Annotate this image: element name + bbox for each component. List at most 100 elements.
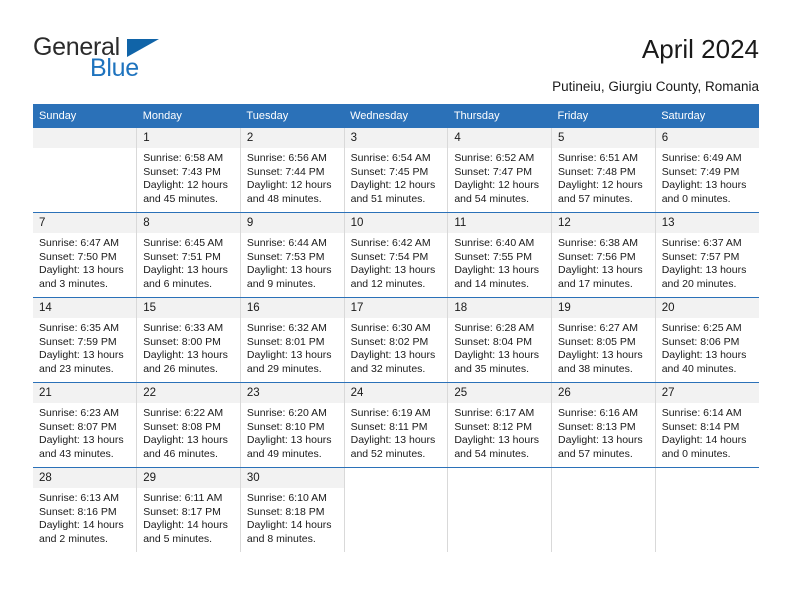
weekday-header-wednesday: Wednesday	[344, 104, 448, 128]
day-cell-inner: 8 Sunrise: 6:45 AM Sunset: 7:51 PM Daylight…	[137, 213, 240, 297]
calendar-day-cell[interactable]: 5 Sunrise: 6:51 AM Sunset: 7:48 PM Daylight…	[551, 128, 656, 213]
daylight-duration-line2: and 2 minutes.	[39, 532, 108, 545]
calendar-day-cell[interactable]: 11 Sunrise: 6:40 AM Sunset: 7:55 PM Dayligh…	[447, 212, 553, 298]
day-details: Sunrise: 6:54 AM Sunset: 7:45 PM Daylight:…	[345, 148, 448, 206]
day-cell-inner: 7 Sunrise: 6:47 AM Sunset: 7:50 PM Daylight…	[33, 213, 137, 297]
weekday-header-friday: Friday	[551, 104, 656, 128]
day-details: Sunrise: 6:47 AM Sunset: 7:50 PM Daylight:…	[33, 233, 136, 291]
daylight-duration-line2: and 23 minutes.	[39, 362, 114, 375]
daylight-duration-line2: and 57 minutes.	[558, 192, 633, 205]
sunrise-time: Sunrise: 6:22 AM	[143, 407, 224, 419]
calendar-day-cell[interactable]: 1 Sunrise: 6:58 AM Sunset: 7:43 PM Daylight…	[136, 128, 241, 213]
calendar-day-cell[interactable]: 28 Sunrise: 6:13 AM Sunset: 8:16 PM Dayligh…	[33, 467, 138, 552]
day-number: 18	[448, 298, 552, 318]
daylight-duration-line1: Daylight: 13 hours	[350, 349, 436, 362]
calendar-day-cell[interactable]	[655, 467, 759, 552]
day-cell-inner	[33, 128, 137, 212]
day-cell-inner: 18 Sunrise: 6:28 AM Sunset: 8:04 PM Dayligh…	[448, 298, 552, 382]
day-cell-inner: 3 Sunrise: 6:54 AM Sunset: 7:45 PM Daylight…	[344, 128, 448, 212]
page-header: General Blue April 2024 Putineiu, Giurgi…	[0, 0, 792, 100]
calendar-day-cell[interactable]	[33, 128, 138, 213]
sunset-time: Sunset: 8:16 PM	[39, 505, 117, 518]
calendar-day-cell[interactable]: 25 Sunrise: 6:17 AM Sunset: 8:12 PM Dayligh…	[447, 382, 553, 468]
calendar-week-row: 1 Sunrise: 6:58 AM Sunset: 7:43 PM Daylight…	[33, 128, 759, 213]
day-details: Sunrise: 6:17 AM Sunset: 8:12 PM Daylight:…	[448, 403, 551, 461]
calendar-day-cell[interactable]: 22 Sunrise: 6:22 AM Sunset: 8:08 PM Dayligh…	[136, 382, 241, 468]
sunset-time: Sunset: 8:06 PM	[661, 335, 740, 348]
day-cell-inner: 5 Sunrise: 6:51 AM Sunset: 7:48 PM Daylight…	[552, 128, 655, 212]
calendar-day-cell[interactable]: 3 Sunrise: 6:54 AM Sunset: 7:45 PM Daylight…	[344, 128, 449, 213]
calendar-day-cell[interactable]: 2 Sunrise: 6:56 AM Sunset: 7:44 PM Daylight…	[240, 128, 345, 213]
daylight-duration-line1: Daylight: 13 hours	[661, 349, 747, 362]
calendar-day-cell[interactable]	[551, 467, 656, 552]
daylight-duration-line1: Daylight: 13 hours	[246, 349, 332, 362]
sunrise-time: Sunrise: 6:56 AM	[246, 152, 327, 164]
daylight-duration-line1: Daylight: 13 hours	[454, 349, 539, 362]
day-cell-inner	[448, 468, 552, 552]
day-details: Sunrise: 6:37 AM Sunset: 7:57 PM Daylight:…	[656, 233, 759, 291]
day-cell-inner: 30 Sunrise: 6:10 AM Sunset: 8:18 PM Dayligh…	[240, 468, 344, 552]
sunset-time: Sunset: 7:43 PM	[143, 165, 221, 178]
calendar-day-cell[interactable]: 9 Sunrise: 6:44 AM Sunset: 7:53 PM Daylight…	[240, 212, 345, 298]
day-cell-inner: 11 Sunrise: 6:40 AM Sunset: 7:55 PM Dayligh…	[448, 213, 552, 297]
day-number: 22	[137, 383, 240, 403]
page-title: April 2024	[641, 34, 759, 64]
daylight-duration-line1: Daylight: 13 hours	[558, 264, 643, 277]
calendar-day-cell[interactable]: 10 Sunrise: 6:42 AM Sunset: 7:54 PM Dayligh…	[344, 212, 449, 298]
calendar-day-cell[interactable]: 21 Sunrise: 6:23 AM Sunset: 8:07 PM Dayligh…	[33, 382, 138, 468]
sunrise-sunset-calendar: Sunday Monday Tuesday Wednesday Thursday…	[33, 104, 759, 552]
daylight-duration-line2: and 29 minutes.	[246, 362, 322, 375]
day-number: 24	[344, 383, 448, 403]
general-blue-logo[interactable]: General Blue	[33, 33, 203, 82]
day-number: 13	[655, 213, 759, 233]
calendar-day-cell[interactable]: 13 Sunrise: 6:37 AM Sunset: 7:57 PM Dayligh…	[655, 212, 759, 298]
calendar-day-cell[interactable]: 7 Sunrise: 6:47 AM Sunset: 7:50 PM Daylight…	[33, 212, 138, 298]
day-number: 21	[33, 383, 137, 403]
sunset-time: Sunset: 7:56 PM	[558, 250, 636, 263]
calendar-day-cell[interactable]: 16 Sunrise: 6:32 AM Sunset: 8:01 PM Dayligh…	[240, 297, 345, 383]
day-cell-inner: 9 Sunrise: 6:44 AM Sunset: 7:53 PM Daylight…	[240, 213, 344, 297]
calendar-day-cell[interactable]: 6 Sunrise: 6:49 AM Sunset: 7:49 PM Daylight…	[655, 128, 759, 213]
calendar-day-cell[interactable]: 12 Sunrise: 6:38 AM Sunset: 7:56 PM Dayligh…	[551, 212, 656, 298]
day-number	[344, 468, 448, 488]
calendar-day-cell[interactable]: 30 Sunrise: 6:10 AM Sunset: 8:18 PM Dayligh…	[240, 467, 345, 552]
calendar-day-cell[interactable]: 27 Sunrise: 6:14 AM Sunset: 8:14 PM Dayligh…	[655, 382, 759, 468]
daylight-duration-line2: and 43 minutes.	[39, 447, 114, 460]
daylight-duration-line2: and 54 minutes.	[454, 447, 530, 460]
sunset-time: Sunset: 7:55 PM	[454, 250, 532, 263]
day-cell-inner: 15 Sunrise: 6:33 AM Sunset: 8:00 PM Dayligh…	[137, 298, 240, 382]
calendar-day-cell[interactable]: 18 Sunrise: 6:28 AM Sunset: 8:04 PM Dayligh…	[447, 297, 553, 383]
sunset-time: Sunset: 7:51 PM	[143, 250, 221, 263]
calendar-day-cell[interactable]: 26 Sunrise: 6:16 AM Sunset: 8:13 PM Dayligh…	[551, 382, 656, 468]
day-number: 12	[552, 213, 655, 233]
calendar-day-cell[interactable]: 23 Sunrise: 6:20 AM Sunset: 8:10 PM Dayligh…	[240, 382, 345, 468]
calendar-day-cell[interactable]: 4 Sunrise: 6:52 AM Sunset: 7:47 PM Daylight…	[447, 128, 553, 213]
calendar-day-cell[interactable]: 15 Sunrise: 6:33 AM Sunset: 8:00 PM Dayligh…	[136, 297, 241, 383]
day-number: 20	[655, 298, 759, 318]
sunset-time: Sunset: 7:45 PM	[350, 165, 429, 178]
day-cell-inner: 4 Sunrise: 6:52 AM Sunset: 7:47 PM Daylight…	[448, 128, 552, 212]
calendar-day-cell[interactable]: 20 Sunrise: 6:25 AM Sunset: 8:06 PM Dayligh…	[655, 297, 759, 383]
day-number: 26	[552, 383, 655, 403]
calendar-day-cell[interactable]: 24 Sunrise: 6:19 AM Sunset: 8:11 PM Dayligh…	[344, 382, 449, 468]
calendar-day-cell[interactable]: 8 Sunrise: 6:45 AM Sunset: 7:51 PM Daylight…	[136, 212, 241, 298]
calendar-day-cell[interactable]: 29 Sunrise: 6:11 AM Sunset: 8:17 PM Dayligh…	[136, 467, 241, 552]
daylight-duration-line2: and 57 minutes.	[558, 447, 633, 460]
day-cell-inner: 10 Sunrise: 6:42 AM Sunset: 7:54 PM Dayligh…	[344, 213, 448, 297]
day-cell-inner: 21 Sunrise: 6:23 AM Sunset: 8:07 PM Dayligh…	[33, 383, 137, 467]
day-cell-inner: 22 Sunrise: 6:22 AM Sunset: 8:08 PM Dayligh…	[137, 383, 240, 467]
daylight-duration-line2: and 6 minutes.	[143, 277, 213, 290]
calendar-day-cell[interactable]	[447, 467, 553, 552]
day-details	[345, 488, 448, 492]
day-cell-inner: 6 Sunrise: 6:49 AM Sunset: 7:49 PM Daylight…	[655, 128, 759, 212]
calendar-day-cell[interactable]: 17 Sunrise: 6:30 AM Sunset: 8:02 PM Dayligh…	[344, 297, 449, 383]
calendar-day-cell[interactable]: 19 Sunrise: 6:27 AM Sunset: 8:05 PM Dayligh…	[551, 297, 656, 383]
sunset-time: Sunset: 8:05 PM	[558, 335, 636, 348]
daylight-duration-line2: and 9 minutes.	[246, 277, 316, 290]
sunset-time: Sunset: 8:12 PM	[454, 420, 532, 433]
day-details: Sunrise: 6:25 AM Sunset: 8:06 PM Daylight:…	[656, 318, 759, 376]
calendar-day-cell[interactable]	[344, 467, 449, 552]
sunrise-time: Sunrise: 6:33 AM	[143, 322, 224, 334]
calendar-day-cell[interactable]: 14 Sunrise: 6:35 AM Sunset: 7:59 PM Dayligh…	[33, 297, 138, 383]
daylight-duration-line2: and 20 minutes.	[661, 277, 737, 290]
